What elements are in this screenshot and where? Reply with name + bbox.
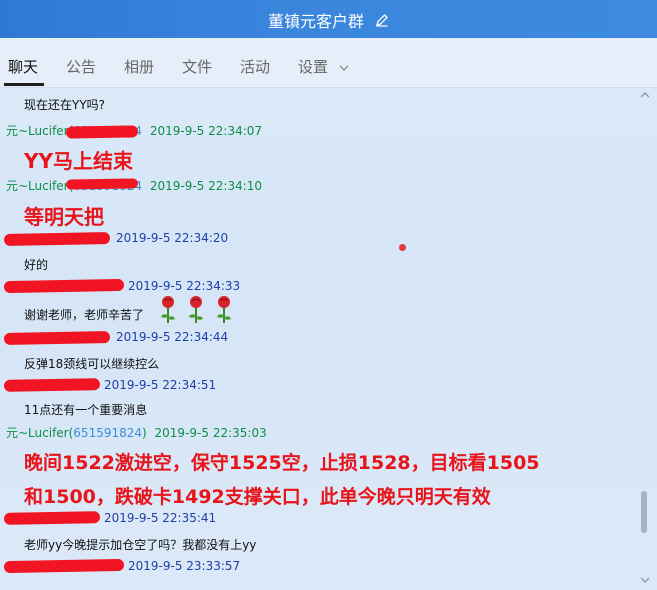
tab-announcement[interactable]: 公告 — [66, 56, 96, 77]
message-header: 2019-9-5 22:34:51 — [104, 378, 216, 392]
message-text: 谢谢老师，老师辛苦了 — [24, 308, 145, 322]
title-bar: 董镇元客户群 — [0, 0, 657, 38]
message-time: 2019-9-5 22:35:03 — [154, 426, 267, 440]
pencil-icon[interactable] — [375, 13, 389, 27]
message-text-highlight: 等明天把 — [24, 205, 104, 229]
redaction-mark — [3, 331, 111, 345]
message-time: 2019-9-5 22:34:33 — [128, 279, 241, 293]
tab-chat[interactable]: 聊天 — [8, 56, 38, 77]
message-time: 2019-9-5 23:33:57 — [128, 559, 241, 573]
message-text: 好的 — [24, 258, 49, 272]
message-text: 现在还在YY吗? — [24, 98, 106, 112]
redaction-mark — [65, 178, 139, 190]
message-header: 元~Lucifer(651591824) 2019-9-5 22:35:03 — [6, 424, 267, 441]
redaction-mark — [3, 278, 125, 294]
window-title: 董镇元客户群 — [267, 12, 364, 31]
redaction-mark — [3, 378, 101, 392]
sender-id[interactable]: 651591824 — [73, 426, 142, 440]
redaction-mark — [3, 511, 101, 525]
message-time: 2019-9-5 22:34:10 — [149, 179, 263, 193]
message-text-highlight: YY马上结束 — [24, 149, 133, 173]
sender-name[interactable]: 元~Lucifer( — [6, 426, 73, 440]
sender-name[interactable]: 元~Lucifer( — [6, 124, 73, 138]
message-time: 2019-9-5 22:34:51 — [104, 378, 217, 392]
message-text-highlight: 和1500，跌破卡1492支撑关口，此单今晚只明天有效 — [24, 486, 491, 508]
redaction-mark — [3, 232, 111, 246]
sender-id-close: ) — [142, 426, 147, 440]
cursor-dot — [399, 244, 406, 251]
scroll-up-icon[interactable] — [640, 91, 650, 99]
tab-files[interactable]: 文件 — [182, 56, 212, 77]
redaction-mark — [65, 125, 139, 139]
chat-scrollbar[interactable] — [636, 88, 657, 590]
active-tab-indicator — [4, 83, 44, 86]
redaction-mark — [3, 558, 125, 574]
chat-message-list[interactable]: 现在还在YY吗? 元~Lucifer(651591824 2019-9-5 22… — [0, 88, 636, 590]
rose-emoji-icon — [161, 296, 231, 323]
tab-settings[interactable]: 设置 — [298, 56, 349, 77]
sender-name[interactable]: 元~Lucifer( — [6, 179, 73, 193]
message-time: 2019-9-5 22:34:07 — [149, 124, 263, 138]
tab-album[interactable]: 相册 — [124, 56, 154, 77]
chevron-down-icon — [339, 65, 349, 71]
message-header: 2019-9-5 23:33:57 — [128, 559, 240, 573]
message-time: 2019-9-5 22:35:41 — [104, 511, 217, 525]
tab-activity[interactable]: 活动 — [240, 56, 270, 77]
message-header: 2019-9-5 22:35:41 — [104, 511, 216, 525]
message-text: 反弹18颈线可以继续控么 — [24, 357, 160, 371]
message-header: 2019-9-5 22:34:20 — [116, 231, 228, 245]
message-time: 2019-9-5 22:34:44 — [116, 330, 229, 344]
message-text: 老师yy今晚提示加仓空了吗？我都没有上yy — [24, 538, 257, 552]
scroll-thumb[interactable] — [641, 491, 647, 533]
message-text-highlight: 晚间1522激进空，保守1525空，止损1528，目标看1505 — [24, 452, 540, 474]
message-text: 11点还有一个重要消息 — [24, 403, 148, 417]
message-time: 2019-9-5 22:34:20 — [116, 231, 229, 245]
tab-bar: 聊天 公告 相册 文件 活动 设置 — [0, 38, 657, 88]
tab-settings-label: 设置 — [298, 58, 329, 76]
message-header: 2019-9-5 22:34:33 — [128, 279, 240, 293]
message-header: 2019-9-5 22:34:44 — [116, 330, 228, 344]
scroll-down-icon[interactable] — [640, 576, 650, 584]
